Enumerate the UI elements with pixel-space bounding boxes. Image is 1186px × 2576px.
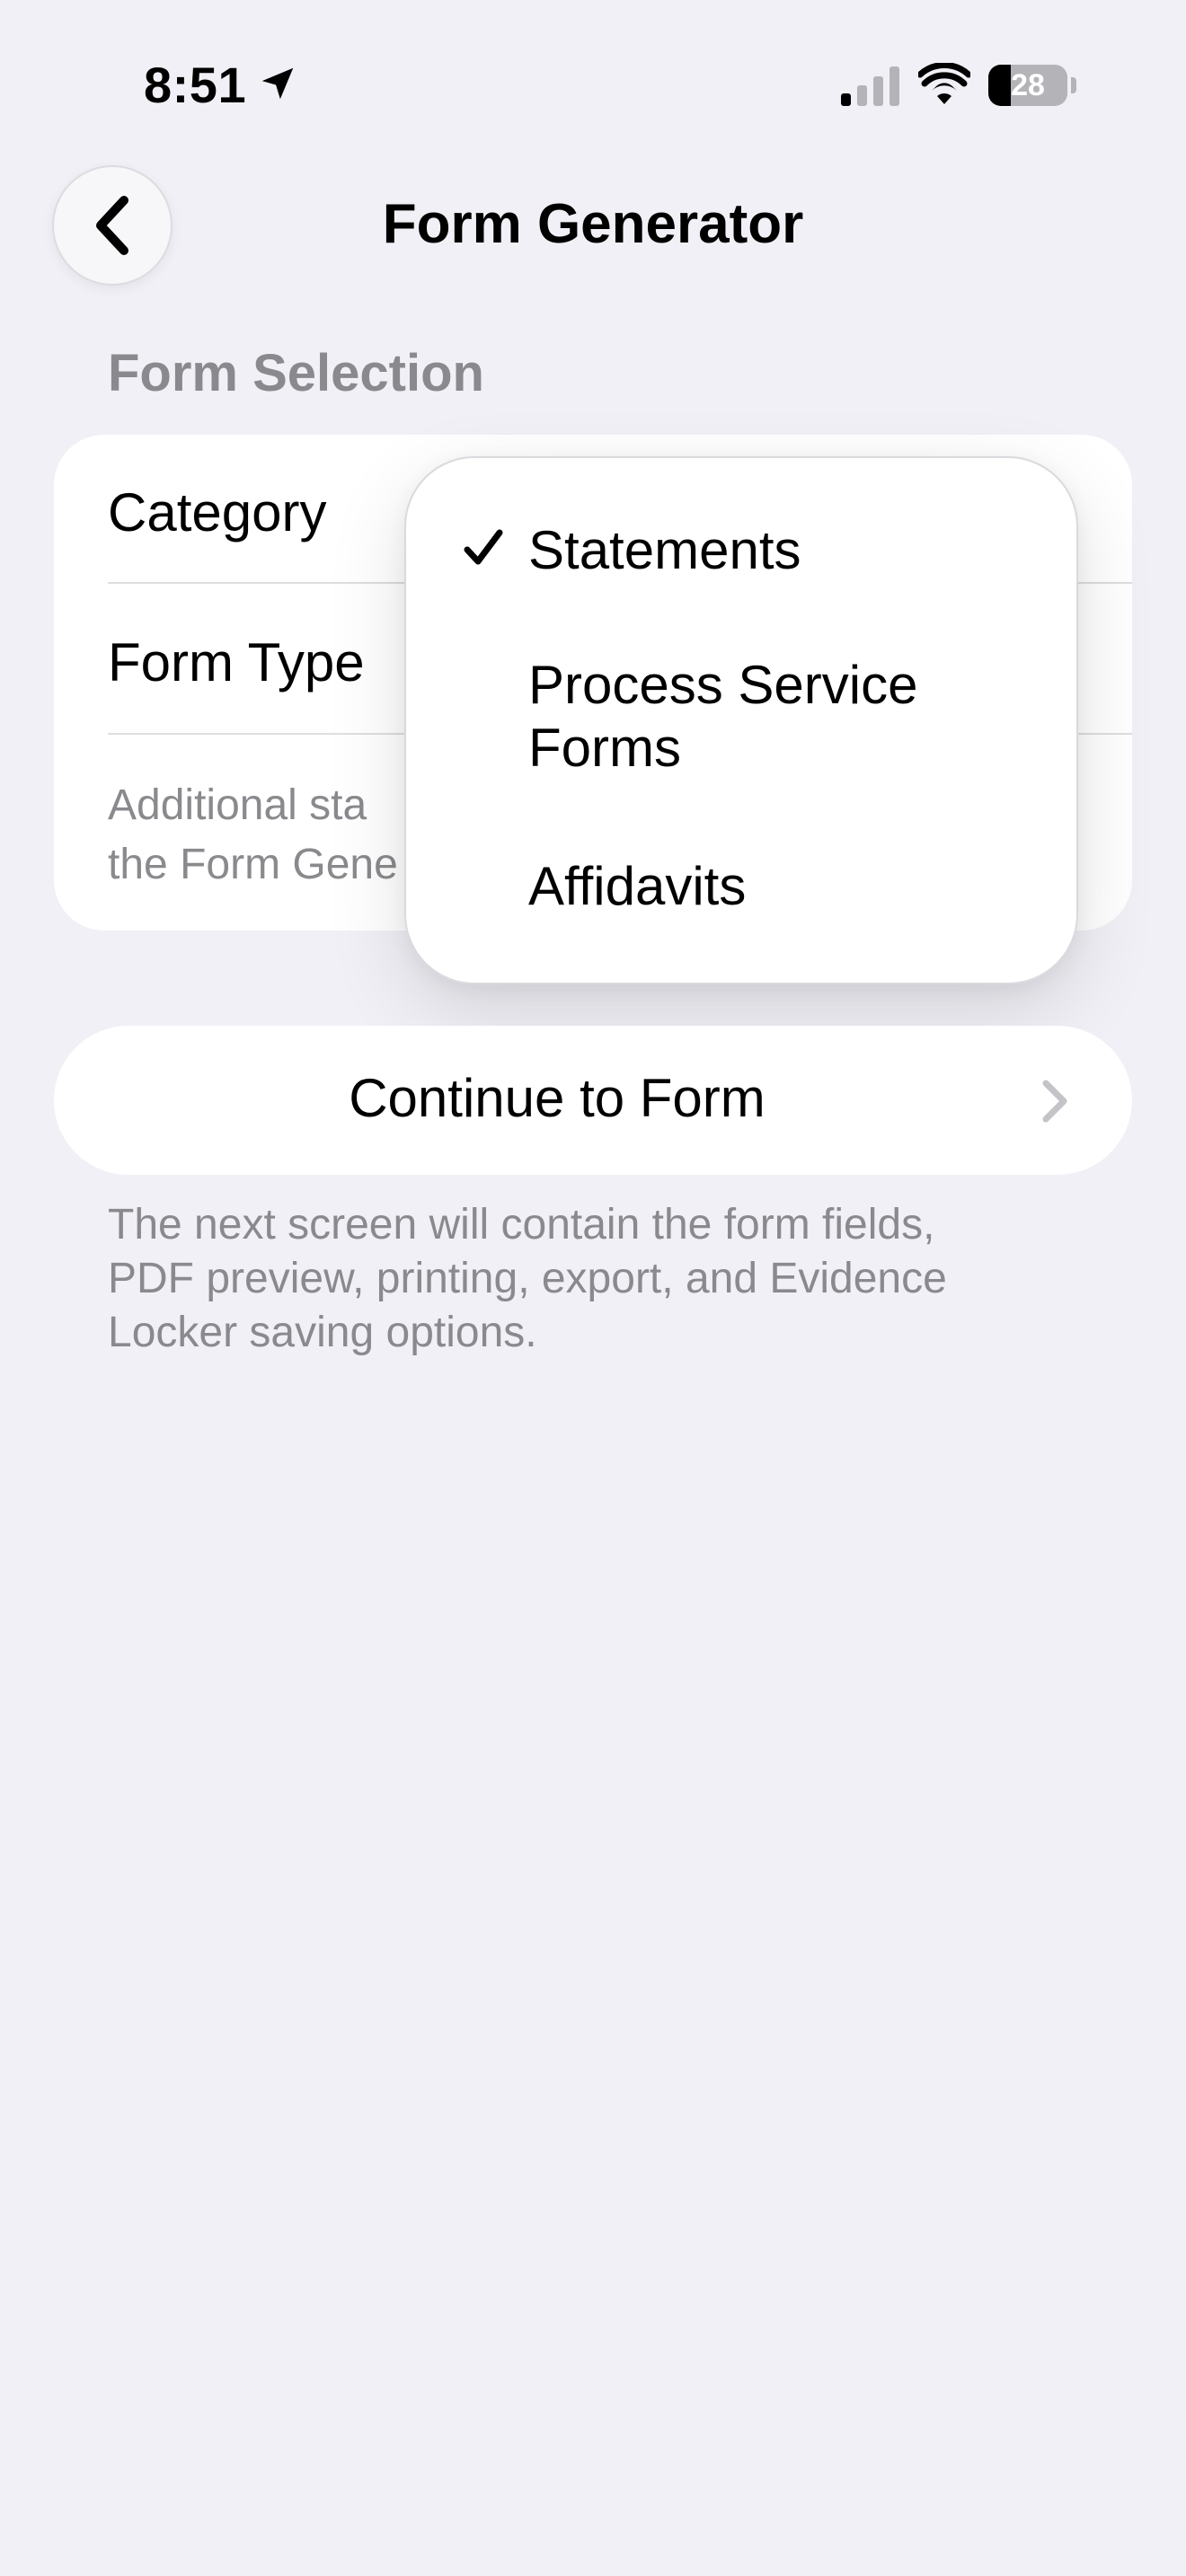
menu-item-label-line: Forms	[528, 718, 681, 778]
battery-icon: 28	[988, 65, 1078, 108]
menu-item-affidavits[interactable]: Affidavits	[528, 855, 1031, 918]
help-text-line: Locker saving options.	[108, 1309, 537, 1356]
form-type-row-label[interactable]: Form Type	[108, 631, 365, 693]
page-title: Form Generator	[382, 193, 804, 255]
cellular-signal-icon	[841, 66, 899, 106]
menu-item-statements[interactable]: Statements	[528, 519, 1031, 582]
category-row-label[interactable]: Category	[108, 481, 326, 543]
menu-item-process-service-forms[interactable]: Process Service Forms	[528, 654, 1031, 780]
status-time: 8:51	[144, 57, 247, 113]
section-header-form-selection: Form Selection	[108, 344, 484, 402]
continue-button-label: Continue to Form	[349, 1068, 766, 1128]
help-text-line: PDF preview, printing, export, and Evide…	[108, 1255, 947, 1302]
help-text-line: The next screen will contain the form fi…	[108, 1201, 935, 1248]
battery-percentage: 28	[1011, 68, 1045, 102]
wifi-icon	[918, 63, 970, 104]
checkmark-icon	[464, 529, 503, 565]
menu-item-label-line: Process Service	[528, 655, 918, 715]
chevron-right-icon	[1042, 1080, 1067, 1123]
continue-help-text: The next screen will contain the form fi…	[108, 1198, 1114, 1360]
location-arrow-icon	[261, 67, 294, 100]
